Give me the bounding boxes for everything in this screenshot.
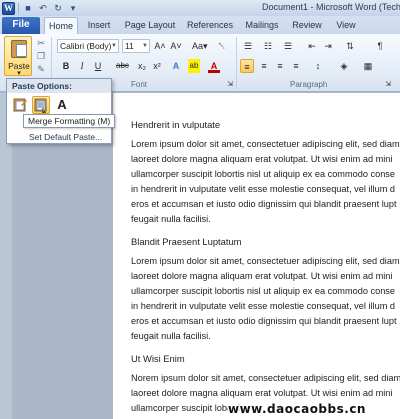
- section-heading: Ut Wisi Enim: [131, 353, 185, 364]
- tab-mailings[interactable]: Mailings: [242, 17, 282, 34]
- font-name-value: Calibri (Body): [60, 41, 112, 51]
- strikethrough-button[interactable]: abc: [116, 59, 129, 73]
- multilevel-list-icon[interactable]: ☰: [282, 39, 294, 53]
- font-size-combo[interactable]: 11 ▼: [122, 39, 150, 53]
- document-page[interactable]: Hendrerit in vulputate Lorem ipsum dolor…: [113, 93, 400, 419]
- font-name-combo[interactable]: Calibri (Body) ▼: [57, 39, 119, 53]
- font-launcher-icon[interactable]: ⇲: [224, 78, 236, 92]
- body-paragraph: Lorem ipsum dolor sit amet, consectetuer…: [131, 137, 400, 227]
- align-right-icon[interactable]: ≡: [274, 59, 286, 73]
- text-line: feugait nulla facilisi.: [131, 331, 211, 341]
- tab-review[interactable]: Review: [290, 17, 324, 34]
- text-line: eros et accumsan et iusto odio dignissim…: [131, 199, 397, 209]
- text-line: Norem ipsum dolor sit amet, consectetuer…: [131, 373, 400, 383]
- change-case-button[interactable]: Aa▾: [192, 39, 208, 53]
- paragraph-launcher-icon[interactable]: ⇲: [382, 78, 394, 92]
- paste-dropdown-icon: ▾: [17, 70, 21, 77]
- quick-access-toolbar: W ■ ↶ ↻ ▾: [2, 1, 79, 15]
- group-separator: [236, 37, 237, 89]
- shrink-font-button[interactable]: A˅: [170, 39, 182, 53]
- copy-icon[interactable]: ❐: [36, 51, 46, 61]
- watermark: www.daocaobbs.cn: [228, 402, 366, 416]
- decrease-indent-icon[interactable]: ⇤: [306, 39, 318, 53]
- save-icon[interactable]: ■: [22, 2, 34, 14]
- italic-button[interactable]: I: [76, 59, 88, 73]
- section-heading: Blandit Praesent Luptatum: [131, 236, 242, 247]
- chevron-down-icon: ▼: [142, 43, 148, 49]
- customize-qat-icon[interactable]: ▾: [67, 2, 79, 14]
- text-line: laoreet dolore magna aliquam erat volutp…: [131, 388, 393, 398]
- text-line: Lorem ipsum dolor sit amet, consectetuer…: [131, 256, 400, 266]
- cut-icon[interactable]: ✂: [36, 38, 46, 48]
- highlight-button[interactable]: ab: [188, 59, 200, 73]
- clipboard-icon: [11, 40, 27, 58]
- text-line: eros et accumsan et iusto odio dignissim…: [131, 316, 397, 326]
- increase-indent-icon[interactable]: ⇥: [322, 39, 334, 53]
- font-group-label: Font: [131, 80, 148, 89]
- justify-icon[interactable]: ≡: [290, 59, 302, 73]
- keep-source-formatting-icon[interactable]: [11, 96, 29, 114]
- word-logo-icon[interactable]: W: [2, 1, 15, 15]
- section-heading: Hendrerit in vulputate: [131, 119, 221, 130]
- tab-references[interactable]: References: [184, 17, 236, 34]
- borders-icon[interactable]: ▦: [362, 59, 374, 73]
- tab-file[interactable]: File: [2, 17, 40, 34]
- subscript-button[interactable]: x₂: [136, 59, 148, 73]
- align-left-icon[interactable]: ≡: [240, 59, 254, 73]
- ribbon-tabs: File Home Insert Page Layout References …: [0, 16, 400, 34]
- paste-button[interactable]: Paste ▾: [4, 36, 32, 77]
- text-effects-button[interactable]: A: [170, 59, 182, 73]
- window-title: Document1 - Microsoft Word (Technic: [262, 2, 400, 12]
- paste-options-menu: Paste Options: A Set Default Paste...: [6, 78, 112, 144]
- clear-formatting-button[interactable]: ␀: [216, 39, 228, 53]
- set-default-paste-item[interactable]: Set Default Paste...: [7, 131, 111, 143]
- qat-separator: [18, 3, 19, 13]
- merge-formatting-icon[interactable]: [32, 96, 50, 115]
- line-spacing-icon[interactable]: ↕: [312, 59, 324, 73]
- superscript-button[interactable]: x²: [151, 59, 163, 73]
- undo-icon[interactable]: ↶: [37, 2, 49, 14]
- sort-icon[interactable]: ⇅: [344, 39, 356, 53]
- tab-view[interactable]: View: [332, 17, 360, 34]
- text-line: laoreet dolore magna aliquam erat volutp…: [131, 154, 393, 164]
- paste-options-header: Paste Options:: [7, 79, 111, 93]
- text-line: feugait nulla facilisi.: [131, 214, 211, 224]
- numbering-icon[interactable]: ☷: [262, 39, 274, 53]
- redo-icon[interactable]: ↻: [52, 2, 64, 14]
- text-line: in hendrerit in vulputate velit esse mol…: [131, 184, 396, 194]
- font-size-value: 11: [125, 41, 134, 51]
- tab-page-layout[interactable]: Page Layout: [122, 17, 178, 34]
- title-bar: W ■ ↶ ↻ ▾ Document1 - Microsoft Word (Te…: [0, 0, 400, 16]
- body-paragraph: Lorem ipsum dolor sit amet, consectetuer…: [131, 254, 400, 344]
- text-line: Lorem ipsum dolor sit amet, consectetuer…: [131, 139, 400, 149]
- tab-home[interactable]: Home: [44, 17, 78, 34]
- tab-insert[interactable]: Insert: [82, 17, 116, 34]
- format-painter-icon[interactable]: ✎: [36, 64, 46, 74]
- shading-icon[interactable]: ◈: [338, 59, 350, 73]
- show-hide-icon[interactable]: ¶: [374, 39, 386, 53]
- text-line: laoreet dolore magna aliquam erat volutp…: [131, 271, 393, 281]
- bold-button[interactable]: B: [60, 59, 72, 73]
- chevron-down-icon: ▼: [111, 43, 117, 49]
- grow-font-button[interactable]: A˄: [154, 39, 166, 53]
- text-line: ullamcorper suscipit lobortis nisl ut al…: [131, 286, 396, 296]
- keep-text-only-icon[interactable]: A: [53, 96, 71, 114]
- underline-button[interactable]: U: [92, 59, 104, 73]
- text-line: in hendrerit in vulputate velit esse mol…: [131, 301, 396, 311]
- font-color-button[interactable]: A: [208, 59, 220, 73]
- bullets-icon[interactable]: ☰: [242, 39, 254, 53]
- paragraph-group-label: Paragraph: [290, 80, 328, 89]
- merge-formatting-tooltip: Merge Formatting (M): [23, 114, 116, 128]
- text-line: ullamcorper suscipit lobortis nisl ut al…: [131, 169, 396, 179]
- align-center-icon[interactable]: ≡: [258, 59, 270, 73]
